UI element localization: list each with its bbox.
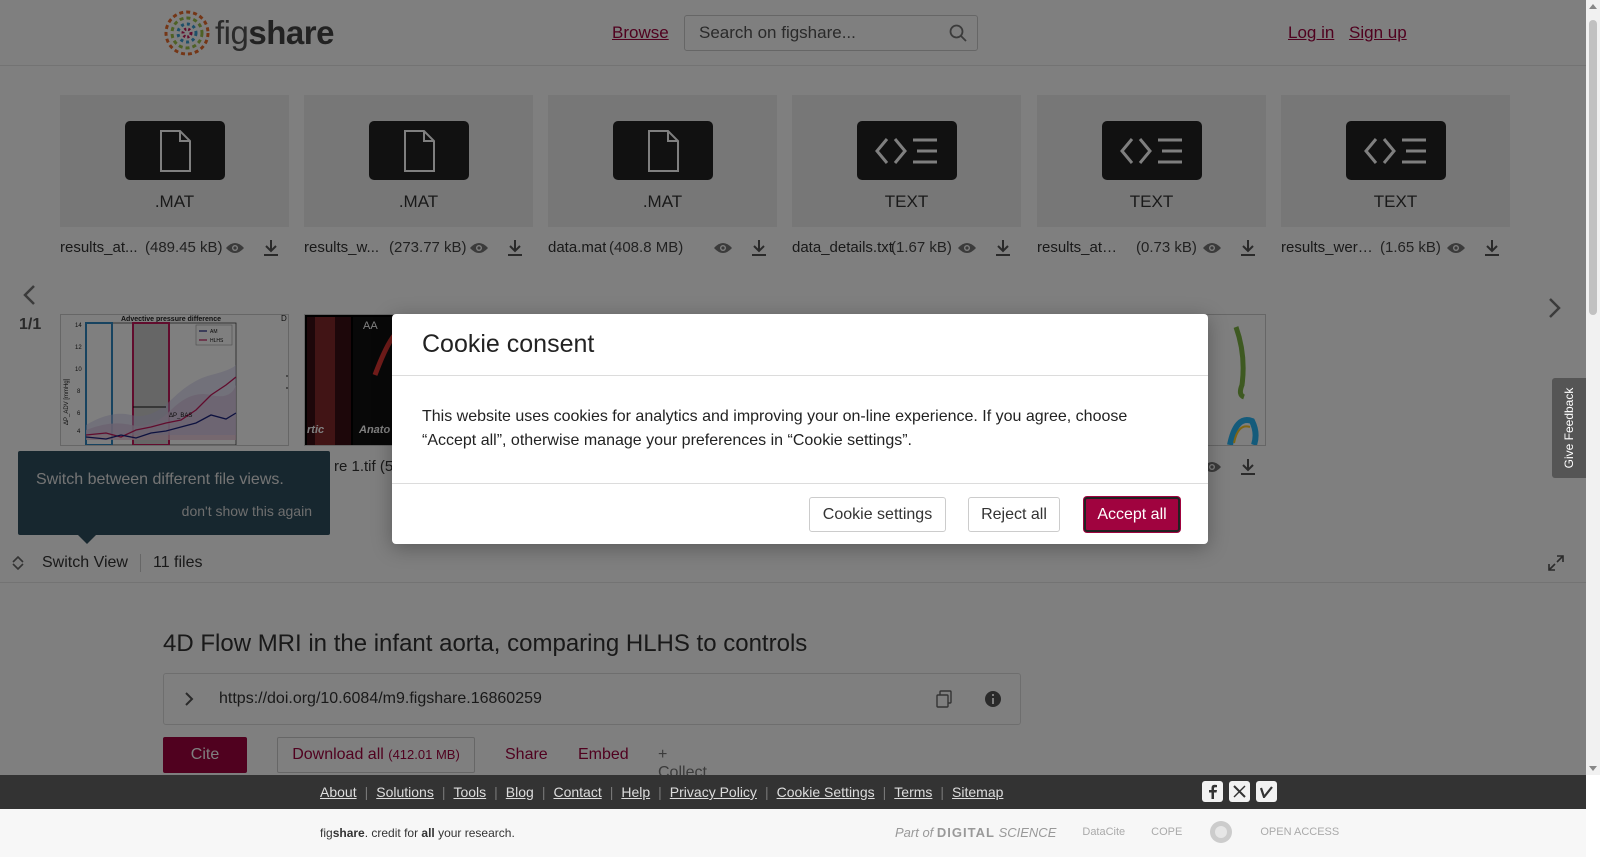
give-feedback-label: Give Feedback (1562, 387, 1576, 469)
footer-bottom: figshare. credit for all your research. … (0, 809, 1586, 857)
footer-link-help[interactable]: Help (621, 784, 650, 800)
cookie-modal-body: This website uses cookies for analytics … (422, 408, 1128, 449)
scrollbar[interactable] (1586, 0, 1600, 775)
reject-all-button[interactable]: Reject all (968, 497, 1060, 532)
footer-link-contact[interactable]: Contact (553, 784, 601, 800)
divider (392, 483, 1208, 484)
footer-link-solutions[interactable]: Solutions (376, 784, 434, 800)
give-feedback-tab[interactable]: Give Feedback (1552, 378, 1586, 478)
x-icon[interactable] (1229, 781, 1250, 802)
scroll-up-arrow[interactable] (1589, 4, 1597, 9)
seal-logo[interactable] (1208, 819, 1234, 845)
footer-link-blog[interactable]: Blog (506, 784, 534, 800)
scroll-down-arrow[interactable] (1589, 766, 1597, 771)
cookie-consent-modal: Cookie consent This website uses cookies… (392, 314, 1208, 544)
cookie-settings-button[interactable]: Cookie settings (809, 497, 946, 532)
footer-link-privacy[interactable]: Privacy Policy (670, 784, 757, 800)
digital-science-logo[interactable]: Part of DIGITAL SCIENCE (895, 825, 1056, 840)
cope-logo[interactable]: COPE (1151, 826, 1182, 838)
cookie-modal-title: Cookie consent (422, 330, 595, 358)
footer-link-about[interactable]: About (320, 784, 357, 800)
footer-link-sitemap[interactable]: Sitemap (952, 784, 1003, 800)
scrollbar-thumb[interactable] (1589, 20, 1597, 315)
footer-link-cookie-settings[interactable]: Cookie Settings (777, 784, 875, 800)
footer-link-terms[interactable]: Terms (894, 784, 932, 800)
footer-tagline: figshare. credit for all your research. (320, 826, 515, 840)
partner-logos: Part of DIGITAL SCIENCE DataCite COPE OP… (895, 819, 1339, 845)
footer-nav: About | Solutions | Tools | Blog | Contact | … (0, 775, 1586, 809)
open-access-logo[interactable]: OPEN ACCESS (1260, 826, 1339, 838)
footer-links: About | Solutions | Tools | Blog | Contact | … (320, 784, 1004, 800)
accept-all-button[interactable]: Accept all (1084, 497, 1180, 532)
datacite-logo[interactable]: DataCite (1082, 826, 1125, 838)
footer-link-tools[interactable]: Tools (453, 784, 486, 800)
facebook-icon[interactable] (1202, 781, 1223, 802)
divider (392, 375, 1208, 376)
vimeo-icon[interactable] (1256, 781, 1277, 802)
